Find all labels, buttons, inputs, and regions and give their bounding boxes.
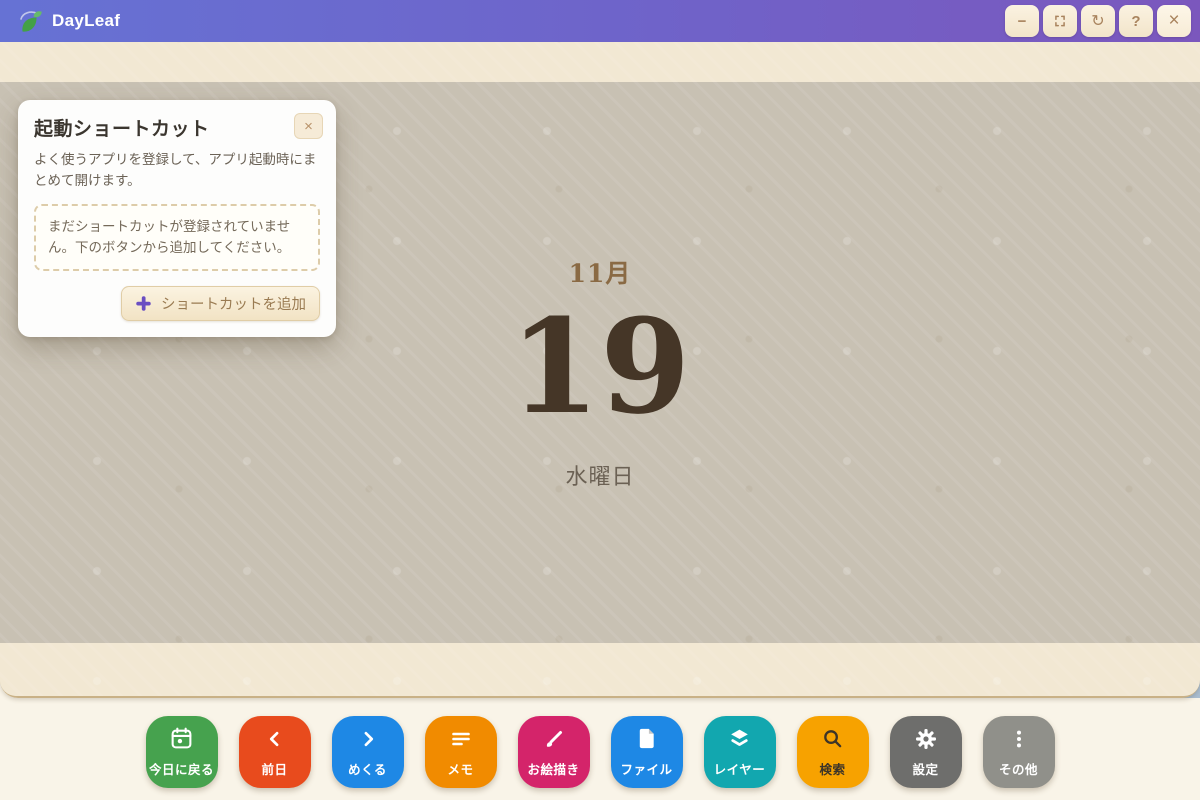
window-controls: − ↻ ? ×: [1005, 5, 1191, 37]
calendar-today-icon: [169, 727, 194, 751]
brush-icon: [542, 727, 566, 751]
toolbar-button[interactable]: その他: [983, 716, 1055, 788]
toolbar-button-label: 検索: [819, 759, 845, 778]
toolbar-button[interactable]: お絵描き: [518, 716, 590, 788]
layers-icon: [727, 727, 752, 751]
panel-title: 起動ショートカット: [34, 114, 320, 141]
dayleaf-leaf-logo-icon: [17, 8, 44, 35]
close-button[interactable]: ×: [1157, 5, 1191, 37]
toolbar-button-label: 前日: [261, 759, 287, 778]
toolbar-button[interactable]: 検索: [797, 716, 869, 788]
toolbar-button-label: メモ: [447, 759, 473, 778]
titlebar: DayLeaf − ↻ ? ×: [0, 0, 1200, 42]
close-icon: ×: [1168, 10, 1179, 32]
toolbar-button-label: 今日に戻る: [149, 759, 214, 778]
fullscreen-button[interactable]: [1043, 5, 1077, 37]
file-icon: [635, 727, 658, 751]
toolbar-button[interactable]: メモ: [425, 716, 497, 788]
toolbar-button[interactable]: レイヤー: [704, 716, 776, 788]
notes-icon: [449, 727, 473, 751]
panel-close-button[interactable]: ×: [294, 113, 323, 139]
help-icon: ?: [1131, 13, 1140, 30]
toolbar-button-label: ファイル: [620, 759, 672, 778]
minimize-button[interactable]: −: [1005, 5, 1039, 37]
toolbar-button[interactable]: めくる: [332, 716, 404, 788]
fullscreen-icon: [1053, 14, 1067, 28]
toolbar-button[interactable]: 今日に戻る: [146, 716, 218, 788]
toolbar-button-label: レイヤー: [714, 759, 766, 778]
panel-close-icon: ×: [304, 118, 313, 135]
toolbar-button[interactable]: 設定: [890, 716, 962, 788]
bottom-toolbar: 今日に戻る 前日 めくる メモ: [0, 716, 1200, 788]
minimize-icon: −: [1018, 13, 1027, 30]
help-button[interactable]: ?: [1119, 5, 1153, 37]
toolbar-button-label: めくる: [348, 759, 387, 778]
panel-footer: ショートカットを追加: [34, 286, 320, 321]
app-title: DayLeaf: [52, 11, 120, 31]
reload-button[interactable]: ↻: [1081, 5, 1115, 37]
plus-icon: [135, 295, 152, 312]
search-icon: [821, 727, 844, 751]
empty-state-message: まだショートカットが登録されていません。下のボタンから追加してください。: [34, 204, 320, 271]
toolbar-button-label: 設定: [912, 759, 938, 778]
add-shortcut-label: ショートカットを追加: [161, 293, 306, 314]
weekday-label: 水曜日: [0, 459, 1200, 491]
toolbar-button-label: その他: [999, 759, 1038, 778]
page-bottom-margin: [0, 643, 1200, 696]
toolbar-button[interactable]: 前日: [239, 716, 311, 788]
add-shortcut-button[interactable]: ショートカットを追加: [121, 286, 320, 321]
more-icon: [1008, 727, 1030, 751]
reload-icon: ↻: [1091, 11, 1104, 31]
page-top-margin: [0, 42, 1200, 82]
gear-icon: [914, 727, 938, 751]
panel-description: よく使うアプリを登録して、アプリ起動時にまとめて開けます。: [34, 150, 320, 192]
chevron-left-icon: [265, 727, 285, 751]
startup-shortcut-panel: 起動ショートカット × よく使うアプリを登録して、アプリ起動時にまとめて開けます…: [18, 100, 336, 337]
toolbar-button[interactable]: ファイル: [611, 716, 683, 788]
chevron-right-icon: [358, 727, 378, 751]
toolbar-button-label: お絵描き: [527, 759, 579, 778]
